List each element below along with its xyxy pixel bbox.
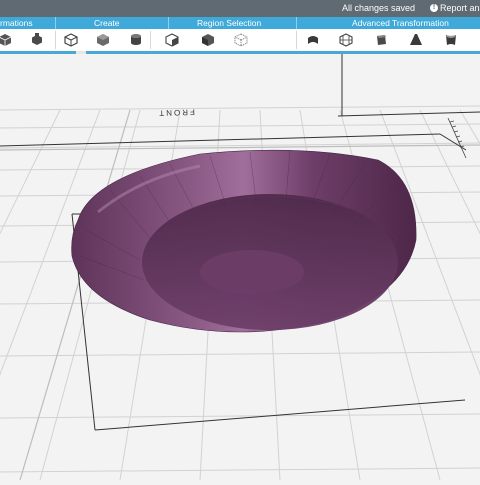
create-solid-tool[interactable] — [95, 32, 111, 48]
region-cube-icon — [165, 33, 179, 47]
3d-viewport[interactable]: FRONT — [0, 54, 480, 481]
select-solid-tool[interactable] — [200, 32, 216, 48]
viewport-canvas[interactable]: FRONT — [0, 54, 480, 481]
taper-tool[interactable] — [408, 32, 424, 48]
group-divider — [296, 17, 297, 29]
scale-tool[interactable] — [29, 32, 45, 48]
front-label: FRONT — [157, 107, 195, 117]
report-issue-label: Report an iss — [440, 3, 480, 13]
tool-group-bar: rmations Create Region Selection Advance… — [0, 17, 480, 29]
select-region-tool[interactable] — [164, 32, 180, 48]
report-issue-link[interactable]: ! Report an iss — [430, 3, 480, 13]
cube-icon — [0, 34, 12, 46]
top-bar: All changes saved ! Report an iss — [0, 0, 480, 17]
group-region-selection: Region Selection — [197, 18, 262, 28]
twist-icon — [377, 35, 386, 45]
bend-tool[interactable] — [305, 32, 321, 48]
warp-icon — [446, 35, 456, 45]
bowl-model[interactable] — [71, 149, 417, 333]
cylinder-icon — [131, 34, 141, 45]
group-divider — [168, 17, 169, 29]
toolbar — [0, 29, 480, 51]
warp-tool[interactable] — [443, 32, 459, 48]
box-outline-icon — [64, 33, 78, 47]
twist-tool[interactable] — [373, 32, 389, 48]
lattice-cube-icon — [339, 33, 353, 47]
select-wire-tool[interactable] — [233, 32, 249, 48]
create-cylinder-tool[interactable] — [128, 32, 144, 48]
transform-cube-tool[interactable] — [0, 32, 13, 48]
group-transformations: rmations — [0, 18, 33, 28]
wire-cube-icon — [234, 33, 248, 47]
create-box-tool[interactable] — [63, 32, 79, 48]
info-icon: ! — [430, 4, 438, 12]
solid-cube-icon — [97, 34, 109, 46]
save-status: All changes saved — [342, 3, 416, 13]
lattice-tool[interactable] — [338, 32, 354, 48]
bend-icon — [308, 36, 318, 44]
scale-cube-icon — [32, 33, 42, 45]
group-divider — [55, 17, 56, 29]
select-solid-icon — [202, 34, 214, 46]
group-create: Create — [94, 18, 120, 28]
taper-icon — [410, 34, 422, 45]
group-advanced-transformation: Advanced Transformation — [352, 18, 449, 28]
